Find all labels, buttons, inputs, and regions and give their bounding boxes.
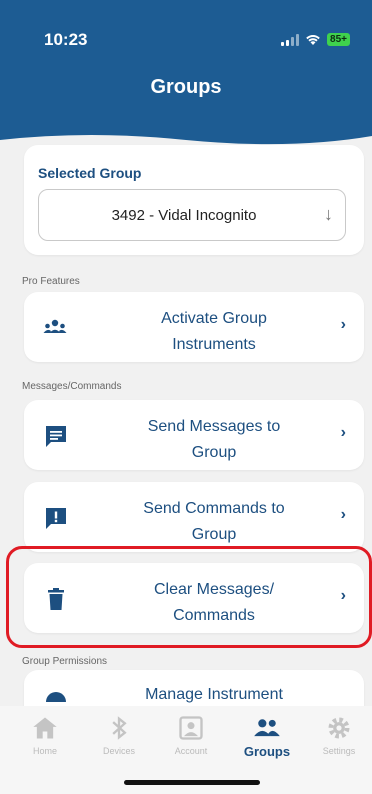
- activate-group-instruments-label: Activate Group Instruments: [161, 310, 267, 353]
- send-messages-button[interactable]: Send Messages to Group ›: [24, 400, 364, 470]
- selected-group-title: Selected Group: [38, 165, 142, 181]
- arrow-down-icon: ↓: [324, 204, 333, 224]
- home-icon: [33, 717, 57, 739]
- message-icon: [46, 426, 66, 447]
- status-bar: 10:23 85+: [0, 0, 372, 70]
- clear-messages-label: Clear Messages/ Commands: [153, 581, 275, 624]
- tab-account[interactable]: Account: [154, 714, 228, 756]
- chevron-right-icon: ›: [340, 506, 346, 523]
- send-commands-label: Send Commands to Group: [143, 500, 285, 543]
- chevron-right-icon: ›: [340, 316, 346, 333]
- home-indicator: [124, 780, 260, 785]
- chevron-right-icon: ›: [340, 587, 346, 604]
- activate-group-instruments-button[interactable]: Activate Group Instruments ›: [24, 292, 364, 362]
- page-title: Groups: [150, 76, 222, 98]
- group-icon: [43, 319, 67, 333]
- manage-instrument-label: Manage Instrument: [145, 686, 283, 703]
- wifi-icon: [306, 34, 320, 45]
- section-label-pro-features: Pro Features: [22, 276, 80, 287]
- status-icons: 85+: [281, 33, 350, 46]
- group-select[interactable]: 3492 - Vidal Incognito ↓: [38, 189, 346, 241]
- tab-groups[interactable]: Groups: [230, 714, 304, 759]
- tab-home[interactable]: Home: [8, 714, 82, 756]
- section-label-group-permissions: Group Permissions: [22, 656, 108, 667]
- bluetooth-icon: [112, 716, 127, 740]
- section-label-messages-commands: Messages/Commands: [22, 381, 122, 392]
- signal-icon: [281, 33, 300, 46]
- clear-messages-button[interactable]: Clear Messages/ Commands ›: [24, 563, 364, 633]
- gauge-icon: [46, 692, 66, 702]
- chevron-right-icon: ›: [340, 424, 346, 441]
- tab-devices[interactable]: Devices: [82, 714, 156, 756]
- groups-icon: [254, 719, 280, 737]
- trash-icon: [48, 588, 64, 610]
- selected-group-card: Selected Group 3492 - Vidal Incognito ↓: [24, 145, 364, 255]
- send-commands-button[interactable]: Send Commands to Group ›: [24, 482, 364, 552]
- status-time: 10:23: [44, 30, 88, 49]
- account-icon: [179, 716, 203, 740]
- send-messages-label: Send Messages to Group: [147, 418, 281, 461]
- battery-indicator: 85+: [327, 33, 350, 46]
- group-select-value: 3492 - Vidal Incognito: [111, 207, 257, 224]
- alert-message-icon: [46, 508, 66, 529]
- tab-settings[interactable]: Settings: [302, 714, 372, 756]
- gear-icon: [328, 717, 350, 739]
